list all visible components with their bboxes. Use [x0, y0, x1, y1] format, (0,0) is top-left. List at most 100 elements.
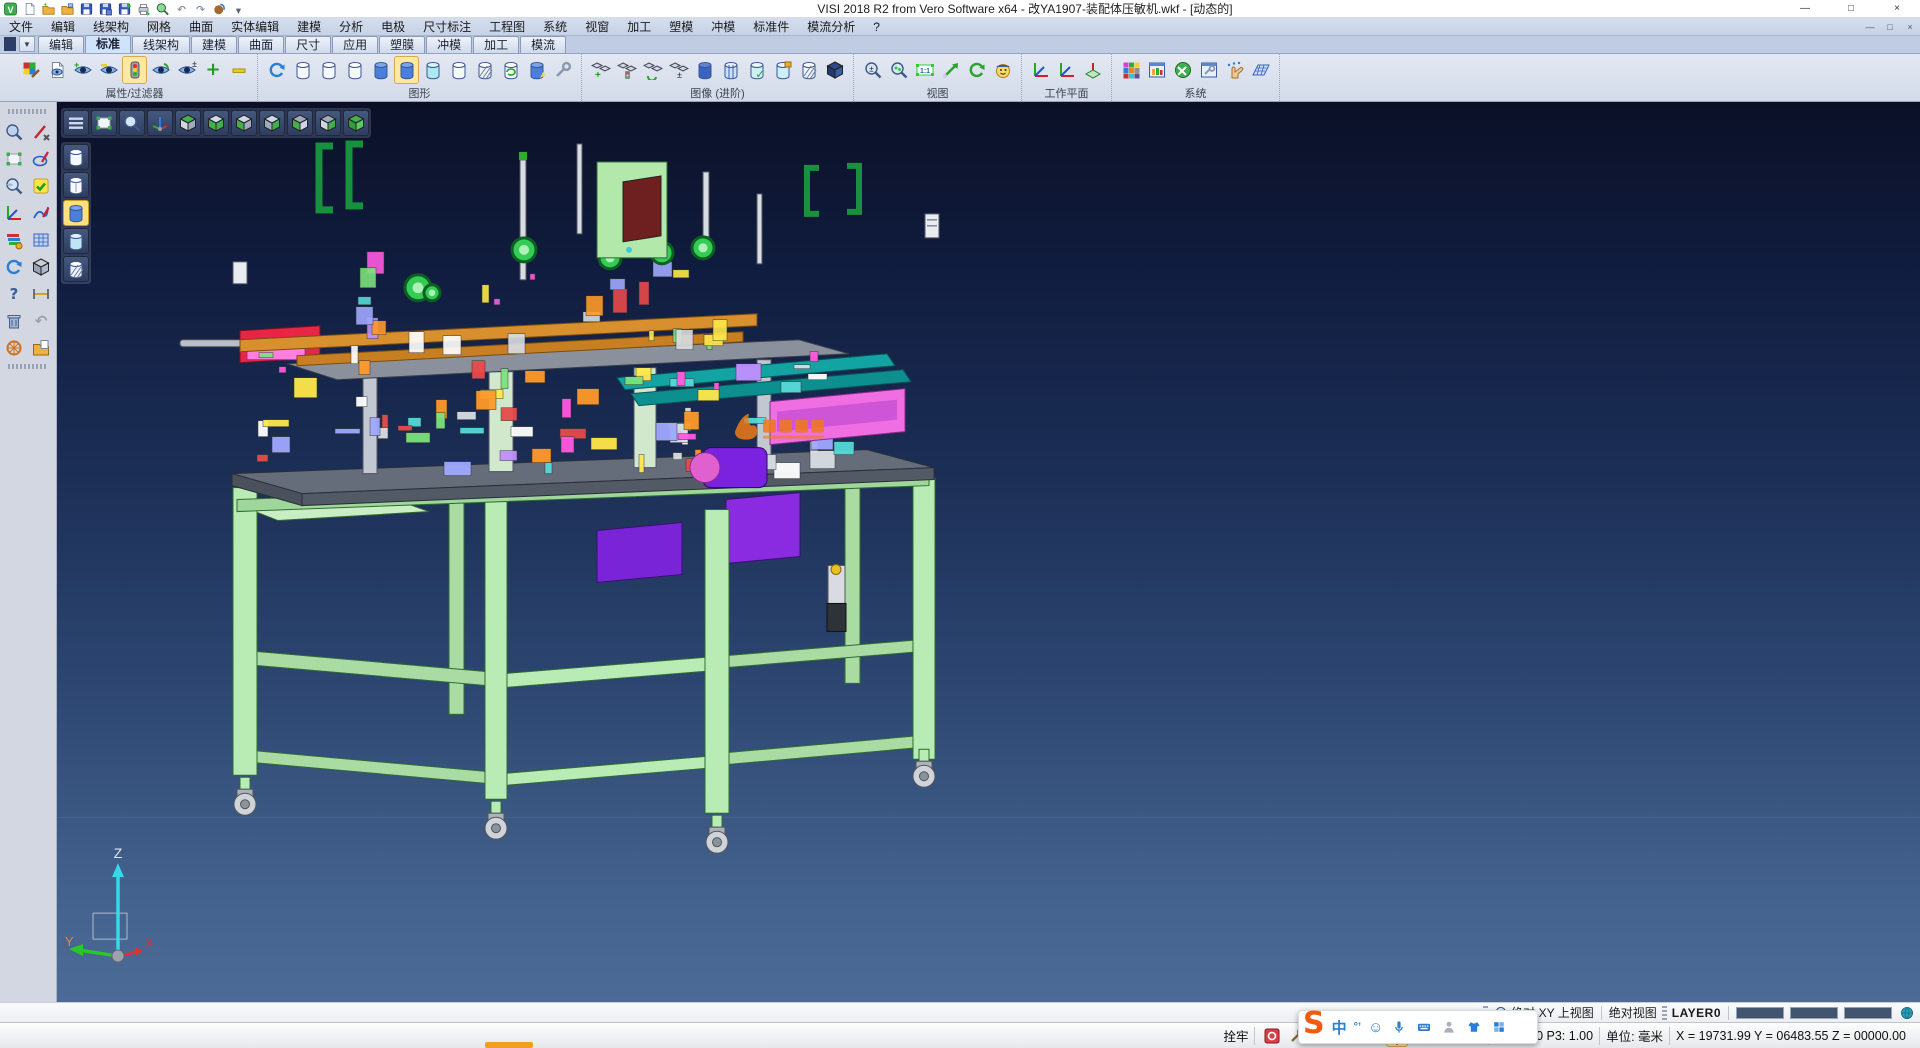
menu-塑模[interactable]: 塑模: [660, 18, 702, 36]
view-bottom-icon[interactable]: [203, 110, 229, 136]
mdi-minimize-button[interactable]: —: [1860, 22, 1880, 32]
zoom-window-icon[interactable]: [2, 146, 27, 171]
tab-模流[interactable]: 模流: [520, 36, 566, 53]
layer-color-swatch[interactable]: [1844, 1007, 1892, 1019]
layer-color-swatch[interactable]: [1790, 1007, 1838, 1019]
shade-hline-icon[interactable]: [63, 172, 89, 198]
menu-电极[interactable]: 电极: [372, 18, 414, 36]
hand-snap-icon[interactable]: [1222, 56, 1247, 84]
arrow-diag-icon[interactable]: [938, 56, 963, 84]
save-icon[interactable]: [78, 0, 95, 17]
shade-hatch-icon[interactable]: [63, 256, 89, 282]
zoom-cube-icon[interactable]: [2, 173, 27, 198]
menu-?[interactable]: ?: [864, 18, 889, 36]
view-right-icon[interactable]: [259, 110, 285, 136]
active-layer-label[interactable]: LAYER0: [1672, 1006, 1721, 1020]
cyl-blue-icon[interactable]: [394, 56, 419, 84]
menu-标准件[interactable]: 标准件: [744, 18, 798, 36]
ime-punctuation-toggle[interactable]: °’: [1354, 1021, 1361, 1033]
menu-线架构[interactable]: 线架构: [84, 18, 138, 36]
qa-dropdown-icon[interactable]: ▼: [230, 0, 247, 17]
mdi-close-button[interactable]: ×: [1900, 22, 1920, 32]
menu-实体编辑[interactable]: 实体编辑: [222, 18, 288, 36]
erase-sketch-icon[interactable]: [29, 119, 54, 144]
maximize-button[interactable]: □: [1828, 0, 1874, 18]
save-as-icon[interactable]: [97, 0, 114, 17]
menu-文件[interactable]: 文件: [0, 18, 42, 36]
color-grid-icon[interactable]: [1118, 56, 1143, 84]
cyl-blue-icon[interactable]: [368, 56, 393, 84]
grid-pad-icon[interactable]: [29, 227, 54, 252]
measure-icon[interactable]: [29, 281, 54, 306]
new-file-icon[interactable]: [21, 0, 38, 17]
cyl-outline-icon[interactable]: [316, 56, 341, 84]
menu-网格[interactable]: 网格: [138, 18, 180, 36]
cyl-outline-icon[interactable]: [290, 56, 315, 84]
zoom-cubes-icon[interactable]: [886, 56, 911, 84]
units-readout[interactable]: 单位: 毫米: [1606, 1026, 1663, 1045]
tab-曲面[interactable]: 曲面: [238, 36, 284, 53]
save-sync-icon[interactable]: [116, 0, 133, 17]
tab-应用[interactable]: 应用: [332, 36, 378, 53]
wrench-tools-icon[interactable]: [550, 56, 575, 84]
tab-塑膜[interactable]: 塑膜: [379, 36, 425, 53]
traffic-light-icon[interactable]: [122, 56, 147, 84]
cpl-triad-icon[interactable]: [2, 200, 27, 225]
cubes-traffic-icon[interactable]: [614, 56, 639, 84]
rec-red-icon[interactable]: [1261, 1025, 1283, 1047]
cyl-hatch-icon[interactable]: [472, 56, 497, 84]
close-button[interactable]: ×: [1874, 0, 1920, 18]
curve-sketch-icon[interactable]: [29, 200, 54, 225]
eye-remove-icon[interactable]: [96, 56, 121, 84]
cyl-outline-icon[interactable]: [446, 56, 471, 84]
cube-gray-icon[interactable]: [29, 254, 54, 279]
fly-view-icon[interactable]: [2, 119, 27, 144]
cyl-blue-arrow-icon[interactable]: [524, 56, 549, 84]
filter-plus-icon[interactable]: +: [200, 56, 225, 84]
vp-menu-icon[interactable]: [63, 110, 89, 136]
view-front-icon[interactable]: [315, 110, 341, 136]
lock-toggle-label[interactable]: 拴牢: [1223, 1026, 1248, 1045]
undo-icon[interactable]: ↶: [173, 0, 190, 17]
cyl-hatch-icon[interactable]: [796, 56, 821, 84]
cubes-add-icon[interactable]: +: [588, 56, 613, 84]
view-top-icon[interactable]: [175, 110, 201, 136]
nav-wheel-icon[interactable]: [2, 335, 27, 360]
globe-tools-icon[interactable]: [1170, 56, 1195, 84]
refresh-blue-icon[interactable]: [264, 56, 289, 84]
page-eye-icon[interactable]: [44, 56, 69, 84]
face-view-icon[interactable]: [990, 56, 1015, 84]
menu-视窗[interactable]: 视窗: [576, 18, 618, 36]
globe-icon[interactable]: [1898, 1004, 1916, 1022]
open-doc-icon[interactable]: [29, 335, 54, 360]
tab-线架构[interactable]: 线架构: [132, 36, 190, 53]
shade-trans-icon[interactable]: [63, 228, 89, 254]
cyl-check-icon[interactable]: ✓: [744, 56, 769, 84]
report-window-icon[interactable]: [1144, 56, 1169, 84]
tab-尺寸[interactable]: 尺寸: [285, 36, 331, 53]
preview-icon[interactable]: [154, 0, 171, 17]
grid4-icon[interactable]: [1490, 1017, 1508, 1037]
menu-冲模[interactable]: 冲模: [702, 18, 744, 36]
cyl-outline-icon[interactable]: [342, 56, 367, 84]
cube-navy-icon[interactable]: [822, 56, 847, 84]
machine-3d-model[interactable]: Z Y X: [57, 102, 1920, 1002]
tab-编辑[interactable]: 编辑: [38, 36, 84, 53]
shade-wire-icon[interactable]: [63, 144, 89, 170]
skin-icon[interactable]: [1465, 1017, 1483, 1037]
grid-plane-icon[interactable]: [1248, 56, 1273, 84]
kbd-icon[interactable]: [1415, 1017, 1433, 1037]
cyl-tag-icon[interactable]: [770, 56, 795, 84]
cyl-stripe-icon[interactable]: [718, 56, 743, 84]
eye-plusminus-icon[interactable]: ±: [174, 56, 199, 84]
tab-dropdown-button[interactable]: ▼: [19, 36, 35, 52]
print-icon[interactable]: [135, 0, 152, 17]
tab-冲模[interactable]: 冲模: [426, 36, 472, 53]
absolute-view-label[interactable]: 绝对视图: [1609, 1004, 1657, 1021]
menu-分析[interactable]: 分析: [330, 18, 372, 36]
window-tools-icon[interactable]: [1196, 56, 1221, 84]
mdi-restore-button[interactable]: □: [1880, 22, 1900, 32]
tab-标准[interactable]: 标准: [85, 35, 131, 53]
menu-加工[interactable]: 加工: [618, 18, 660, 36]
minimize-button[interactable]: —: [1782, 0, 1828, 18]
